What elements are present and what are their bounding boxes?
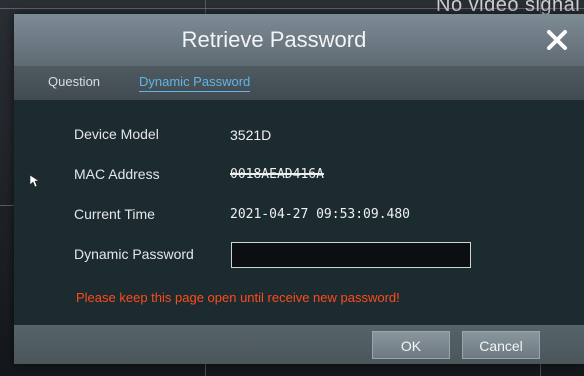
dynamic-password-input[interactable]: [231, 242, 471, 268]
cancel-button[interactable]: Cancel: [462, 331, 540, 359]
tab-question[interactable]: Question: [48, 74, 100, 89]
current-time-label: Current Time: [74, 206, 155, 222]
dialog-footer: OK Cancel: [14, 325, 584, 364]
dialog-titlebar: Retrieve Password: [14, 14, 584, 66]
mouse-pointer-icon: [29, 174, 40, 188]
keep-page-open-warning: Please keep this page open until receive…: [76, 290, 400, 305]
close-icon[interactable]: [544, 27, 570, 53]
device-model-label: Device Model: [74, 126, 159, 142]
retrieve-password-dialog: Retrieve Password Question Dynamic Passw…: [14, 14, 584, 364]
tab-dynamic-password[interactable]: Dynamic Password: [139, 74, 251, 92]
mac-address-label: MAC Address: [74, 166, 160, 182]
tab-bar: Question Dynamic Password: [14, 66, 584, 100]
current-time-value: 2021-04-27 09:53:09.480: [230, 207, 411, 222]
dialog-title: Retrieve Password: [181, 27, 367, 52]
ok-button[interactable]: OK: [372, 331, 450, 359]
dialog-body: Device Model 3521D MAC Address 0018AEAD4…: [14, 100, 584, 325]
mac-address-value: 0018AEAD416A: [230, 167, 324, 182]
dynamic-password-label: Dynamic Password: [74, 246, 194, 262]
device-model-value: 3521D: [230, 127, 272, 143]
